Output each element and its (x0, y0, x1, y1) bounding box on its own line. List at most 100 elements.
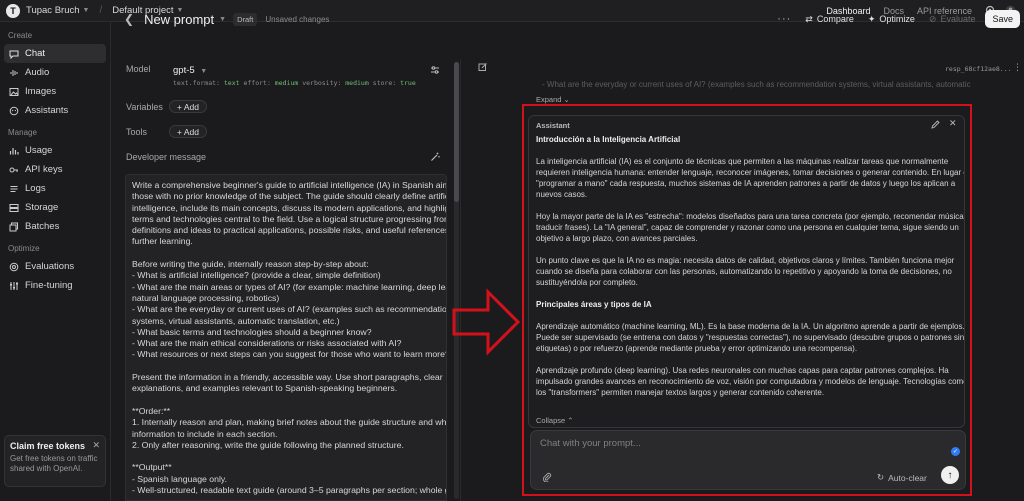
assistant-line (536, 288, 960, 299)
dev-line: terms and technologies central to the fi… (132, 213, 447, 224)
sidebar-item-audio[interactable]: Audio (4, 63, 106, 82)
assistant-message-body: Introducción a la Inteligencia Artificia… (536, 134, 965, 398)
panel-divider[interactable] (460, 60, 461, 501)
optimize-icon: ✦ (867, 13, 876, 24)
sidebar-item-label: Usage (25, 145, 53, 156)
evaluate-button[interactable]: ⊘ Evaluate (929, 14, 976, 25)
sidebar-item-label: API keys (25, 164, 63, 175)
sidebar-item-evaluations[interactable]: Evaluations (4, 257, 106, 276)
compare-button[interactable]: ⇄ Compare (805, 14, 854, 25)
dev-line: information to include in each section. (132, 428, 278, 439)
org-switcher[interactable]: Tupac Bruch ▼ (26, 5, 89, 16)
user-avatar[interactable]: T (6, 3, 20, 18)
chat-composer: ↻ Auto-clear ↑ (530, 430, 966, 490)
model-name: gpt-5 (173, 65, 195, 76)
more-options-icon[interactable]: ··· (777, 13, 791, 25)
evaluations-icon (9, 262, 19, 272)
expand-toggle[interactable]: Expand ⌄ (536, 95, 570, 104)
assistant-line: traducir frases). La "IA general", capaz… (536, 223, 959, 232)
assistant-message-card: Assistant ✕ Introducción a la Inteligenc… (528, 115, 965, 428)
chat-input[interactable] (540, 438, 920, 449)
sidebar-item-label: Chat (25, 48, 46, 59)
add-variable-button[interactable]: + Add (169, 100, 207, 113)
dev-line: systems, virtual assistants, automatic t… (132, 315, 340, 326)
claim-desc-line1: Get free tokens on traffic (10, 454, 98, 463)
auto-clear-toggle[interactable]: ↻ Auto-clear (877, 472, 927, 483)
dev-line (132, 451, 440, 462)
sidebar-item-label: Batches (25, 221, 60, 232)
assistant-line: Hoy la mayor parte de la IA es "estrecha… (536, 212, 965, 221)
compare-label: Compare (816, 14, 854, 24)
sidebar-item-assistants[interactable]: Assistants (4, 101, 106, 120)
dev-line: Present the information in a friendly, a… (132, 372, 443, 383)
collapse-toggle[interactable]: Collapse ⌃ (536, 416, 574, 425)
meta-key: text.format: (173, 79, 220, 87)
chevron-updown-icon: ▼ (200, 68, 208, 75)
assistant-line: objetivo a largo plazo, con avances parc… (536, 234, 698, 243)
developer-message-input[interactable]: Write a comprehensive beginner's guide t… (125, 174, 447, 501)
refresh-icon: ↻ (877, 472, 885, 482)
add-tool-button[interactable]: + Add (169, 125, 207, 138)
dev-line: - Well-structured, readable text guide (… (132, 485, 447, 496)
dev-line (132, 361, 440, 372)
sidebar-item-chat[interactable]: Chat (4, 44, 106, 63)
dev-line: - What is artificial intelligence? (prov… (132, 270, 381, 281)
model-selector[interactable]: gpt-5 ▼ (173, 65, 207, 76)
sidebar-item-fine-tuning[interactable]: Fine-tuning (4, 276, 106, 295)
assistant-icon (9, 106, 19, 116)
meta-key: store: (372, 79, 397, 87)
optimize-button[interactable]: ✦ Optimize (868, 14, 915, 25)
assistant-line (536, 310, 960, 321)
paperclip-icon[interactable] (542, 472, 552, 483)
dev-line: natural language processing, robotics) (132, 292, 280, 303)
sidebar-item-storage[interactable]: Storage (4, 198, 106, 217)
response-id[interactable]: resp_68cf12ae8... (945, 65, 1012, 73)
audio-icon (9, 68, 19, 78)
claim-desc-line2: shared with OpenAI. (10, 464, 83, 473)
sidebar-item-label: Logs (25, 183, 46, 194)
save-button[interactable]: Save (985, 10, 1020, 28)
claim-tokens-card[interactable]: Claim free tokens Get free tokens on tra… (4, 435, 106, 487)
assistant-line: La inteligencia artificial (IA) es el co… (536, 157, 949, 166)
evaluate-icon: ⊘ (928, 13, 937, 24)
prompt-config-panel: Model gpt-5 ▼ text.format: text effort: … (112, 22, 462, 501)
assistant-line: Introducción a la Inteligencia Artificia… (536, 135, 681, 144)
assistant-line: "programar a mano" cada respuesta, mucho… (536, 179, 956, 188)
model-settings-summary: text.format: text effort: medium verbosi… (173, 79, 416, 87)
close-icon[interactable]: ✕ (92, 440, 100, 451)
dev-line: further learning. (132, 236, 193, 247)
assistant-line: Puede ser supervisado (se entrena con da… (536, 333, 965, 342)
left-panel-scroll-thumb[interactable] (454, 62, 459, 202)
assistant-line: los "transformers" permiten manejar text… (536, 388, 825, 397)
sidebar-item-label: Audio (25, 67, 50, 78)
dev-line: **Output** (132, 462, 172, 473)
dev-line: definitions and ideas to practical appli… (132, 225, 447, 236)
close-icon[interactable]: ✕ (949, 118, 957, 129)
send-button[interactable]: ↑ (941, 466, 959, 484)
evaluate-label: Evaluate (940, 14, 976, 24)
meta-value: true (400, 79, 416, 87)
sliders-icon[interactable] (430, 65, 440, 75)
annotation-arrow (452, 288, 521, 356)
edit-icon[interactable] (478, 62, 488, 72)
sidebar-item-logs[interactable]: Logs (4, 179, 106, 198)
pencil-icon[interactable] (931, 120, 940, 129)
sidebar-item-images[interactable]: Images (4, 82, 106, 101)
sidebar-item-usage[interactable]: Usage (4, 141, 106, 160)
chevron-up-icon: ⌃ (567, 416, 574, 425)
kebab-menu-icon[interactable]: ⋮ (1013, 62, 1022, 73)
dev-line: **Order:** (132, 405, 171, 416)
sidebar-item-batches[interactable]: Batches (4, 217, 106, 236)
magic-wand-icon[interactable] (430, 152, 440, 162)
assistant-line (536, 200, 960, 211)
meta-value: medium (345, 79, 369, 87)
dev-line: - What basic terms and technologies shou… (132, 326, 372, 337)
compare-icon: ⇄ (805, 13, 813, 24)
sidebar-item-api-keys[interactable]: API keys (4, 160, 106, 179)
sidebar-heading-manage: Manage (8, 128, 37, 137)
image-icon (9, 87, 19, 97)
dev-line (132, 248, 440, 259)
dev-line: - Spanish language only. (132, 473, 227, 484)
claim-title: Claim free tokens (10, 441, 86, 451)
grammar-check-badge-icon[interactable]: ✓ (951, 447, 960, 456)
